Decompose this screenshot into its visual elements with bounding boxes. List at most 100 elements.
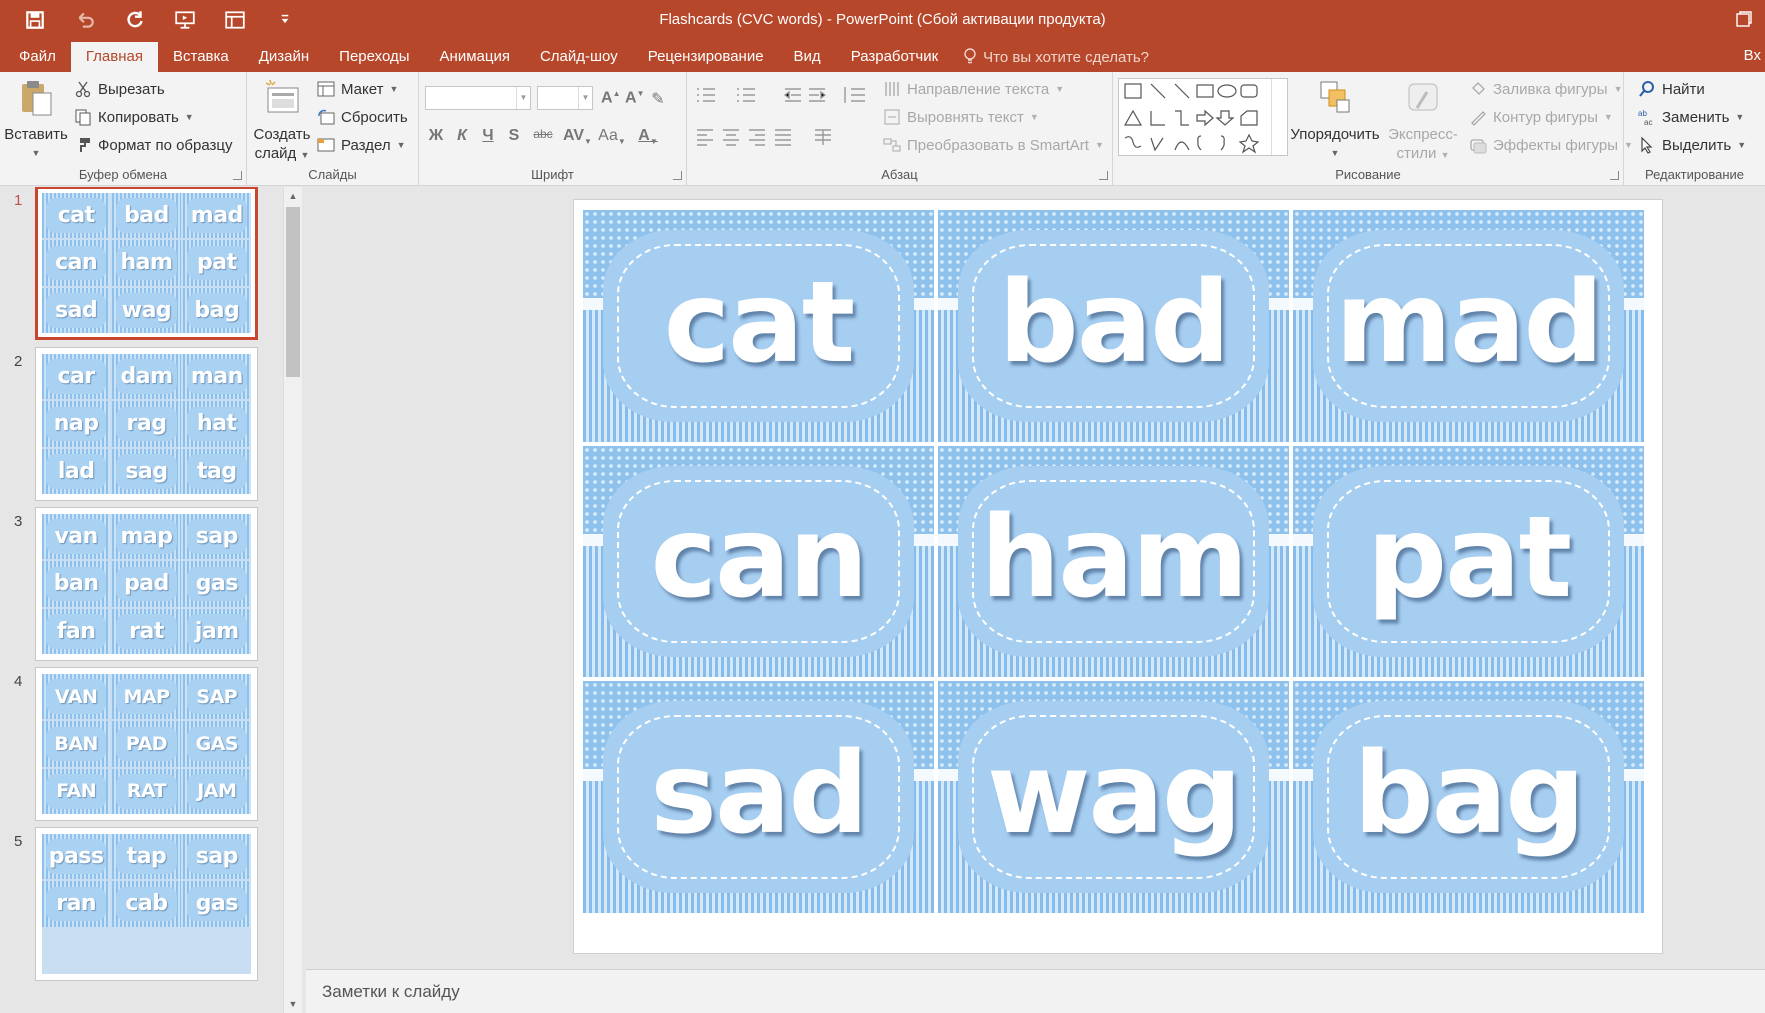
- align-text-button[interactable]: Выровнять текст ▼: [883, 108, 1039, 126]
- strikethrough-button[interactable]: abc: [531, 127, 555, 146]
- restore-window-icon[interactable]: [1735, 10, 1753, 28]
- paste-button[interactable]: Вставить ▼: [4, 78, 68, 163]
- grow-font-icon[interactable]: A▲: [601, 89, 620, 109]
- font-size-input[interactable]: ▼: [537, 86, 593, 110]
- tab-review[interactable]: Рецензирование: [633, 42, 779, 72]
- clear-formatting-icon[interactable]: ✎: [649, 89, 667, 109]
- customize-qat-button[interactable]: [262, 6, 308, 34]
- redo-button[interactable]: [112, 6, 158, 34]
- slide-thumbnail-1[interactable]: cat bad mad can ham pat sad wag bag: [35, 187, 258, 340]
- flashcard[interactable]: wag: [938, 681, 1289, 913]
- change-case-button[interactable]: Аа▼: [597, 127, 627, 146]
- present-from-beginning-button[interactable]: [162, 6, 208, 34]
- scroll-down-icon[interactable]: ▼: [284, 995, 302, 1013]
- tell-me-search[interactable]: Что вы хотите сделать?: [953, 42, 1159, 72]
- arrange-button[interactable]: Упорядочить ▼: [1289, 78, 1381, 163]
- shape-fill-dropdown-icon: ▼: [1613, 84, 1623, 94]
- tab-transitions[interactable]: Переходы: [324, 42, 424, 72]
- align-text-dropdown-icon: ▼: [1029, 112, 1039, 122]
- flashcard[interactable]: sad: [583, 681, 934, 913]
- slide-thumbnail-4[interactable]: VAN MAP SAP BAN PAD GAS FAN RAT JAM: [35, 667, 258, 821]
- shapes-gallery[interactable]: [1118, 78, 1288, 156]
- tab-home[interactable]: Главная: [70, 42, 158, 72]
- convert-smartart-button[interactable]: Преобразовать в SmartArt ▼: [883, 136, 1104, 154]
- smartart-dropdown-icon: ▼: [1094, 140, 1104, 150]
- thumbnail-card: MAP: [112, 674, 181, 720]
- shape-effects-button[interactable]: Эффекты фигуры ▼: [1469, 136, 1633, 154]
- text-direction-button[interactable]: Направление текста ▼: [883, 80, 1064, 98]
- search-icon: [1639, 81, 1654, 97]
- card-word: cat: [663, 257, 856, 388]
- tab-insert[interactable]: Вставка: [158, 42, 244, 72]
- font-launcher-icon[interactable]: [673, 171, 682, 180]
- new-slide-button[interactable]: Создать слайд ▼: [251, 78, 313, 165]
- font-color-label: А: [638, 127, 650, 144]
- format-painter-button[interactable]: Формат по образцу: [74, 136, 233, 154]
- clipboard-launcher-icon[interactable]: [233, 171, 242, 180]
- flashcard[interactable]: mad: [1293, 210, 1644, 442]
- flashcard[interactable]: pat: [1293, 445, 1644, 678]
- slide-thumbnail-5[interactable]: pass tap sap ran cab gas: [35, 827, 258, 981]
- notes-pane[interactable]: Заметки к слайду: [306, 969, 1765, 1013]
- flashcard[interactable]: can: [583, 445, 934, 678]
- paste-dropdown-icon[interactable]: ▼: [4, 144, 68, 163]
- replace-button[interactable]: ab ac Заменить ▼: [1638, 108, 1744, 127]
- copy-button[interactable]: Копировать ▼: [74, 108, 194, 126]
- font-name-dropdown-icon[interactable]: ▼: [516, 87, 530, 109]
- tab-design[interactable]: Дизайн: [244, 42, 324, 72]
- thumbnail-grid: VAN MAP SAP BAN PAD GAS FAN RAT JAM: [42, 674, 251, 814]
- font-size-dropdown-icon[interactable]: ▼: [578, 87, 592, 109]
- list-indent-icons[interactable]: [695, 84, 875, 106]
- save-button[interactable]: [12, 6, 58, 34]
- shrink-font-icon[interactable]: A▼: [625, 89, 644, 109]
- arrange-label: Упорядочить: [1290, 126, 1380, 143]
- slide-thumbnail-3[interactable]: van map sap ban pad gas fan rat jam: [35, 507, 258, 661]
- section-dropdown[interactable]: Раздел ▼: [317, 136, 406, 154]
- layout-button[interactable]: [212, 6, 258, 34]
- sign-in-link[interactable]: Вх: [1744, 40, 1765, 72]
- flashcard[interactable]: bad: [938, 210, 1289, 442]
- drawing-group: Упорядочить ▼ Экспресс- стили ▼ Заливка …: [1113, 72, 1633, 186]
- save-icon: [26, 11, 44, 29]
- thumbnails-scrollbar[interactable]: ▲ ▼: [283, 187, 302, 1013]
- find-button[interactable]: Найти: [1638, 80, 1705, 98]
- reset-button[interactable]: Сбросить: [317, 108, 408, 126]
- char-spacing-button[interactable]: AV▼: [563, 127, 592, 146]
- undo-button[interactable]: [62, 6, 108, 34]
- font-name-input[interactable]: ▼: [425, 86, 531, 110]
- tab-view[interactable]: Вид: [779, 42, 836, 72]
- slide-thumbnail-2[interactable]: car dam man nap rag hat lad sag tag: [35, 347, 258, 501]
- tab-slideshow[interactable]: Слайд-шоу: [525, 42, 633, 72]
- thumbnail-word: pad: [116, 566, 177, 602]
- cut-button[interactable]: Вырезать: [74, 80, 165, 98]
- underline-button[interactable]: Ч: [479, 127, 497, 146]
- scroll-up-icon[interactable]: ▲: [284, 187, 302, 205]
- shape-outline-button[interactable]: Контур фигуры ▼: [1469, 108, 1613, 126]
- new-slide-dropdown-icon[interactable]: ▼: [300, 150, 309, 160]
- thumbnail-card: ham: [112, 240, 181, 286]
- select-button[interactable]: Выделить ▼: [1638, 136, 1746, 154]
- scrollbar-thumb[interactable]: [286, 207, 300, 377]
- text-shadow-button[interactable]: S: [505, 127, 523, 146]
- layout-dropdown[interactable]: Макет ▼: [317, 80, 398, 98]
- tab-file[interactable]: Файл: [4, 42, 71, 72]
- layout-label: Макет: [341, 80, 384, 98]
- current-slide[interactable]: cat bad mad can ham pat sad wag bag: [573, 199, 1663, 954]
- font-color-button[interactable]: А▼: [635, 127, 661, 146]
- flashcard[interactable]: ham: [938, 445, 1289, 678]
- shapes-gallery-scroll[interactable]: [1271, 79, 1287, 155]
- flashcard[interactable]: cat: [583, 210, 934, 442]
- thumbnail-card: van: [42, 514, 111, 560]
- shape-fill-button[interactable]: Заливка фигуры ▼: [1469, 80, 1622, 98]
- copy-dropdown-icon[interactable]: ▼: [185, 112, 194, 122]
- tab-developer[interactable]: Разработчик: [836, 42, 953, 72]
- italic-button[interactable]: К: [453, 127, 471, 146]
- paragraph-launcher-icon[interactable]: [1099, 171, 1108, 180]
- quick-styles-button[interactable]: Экспресс- стили ▼: [1383, 78, 1463, 165]
- tab-animations[interactable]: Анимация: [425, 42, 525, 72]
- align-text-icon: [884, 109, 900, 125]
- bold-button[interactable]: Ж: [427, 127, 445, 146]
- drawing-launcher-icon[interactable]: [1610, 171, 1619, 180]
- alignment-icons[interactable]: [695, 126, 855, 148]
- flashcard[interactable]: bag: [1293, 681, 1644, 913]
